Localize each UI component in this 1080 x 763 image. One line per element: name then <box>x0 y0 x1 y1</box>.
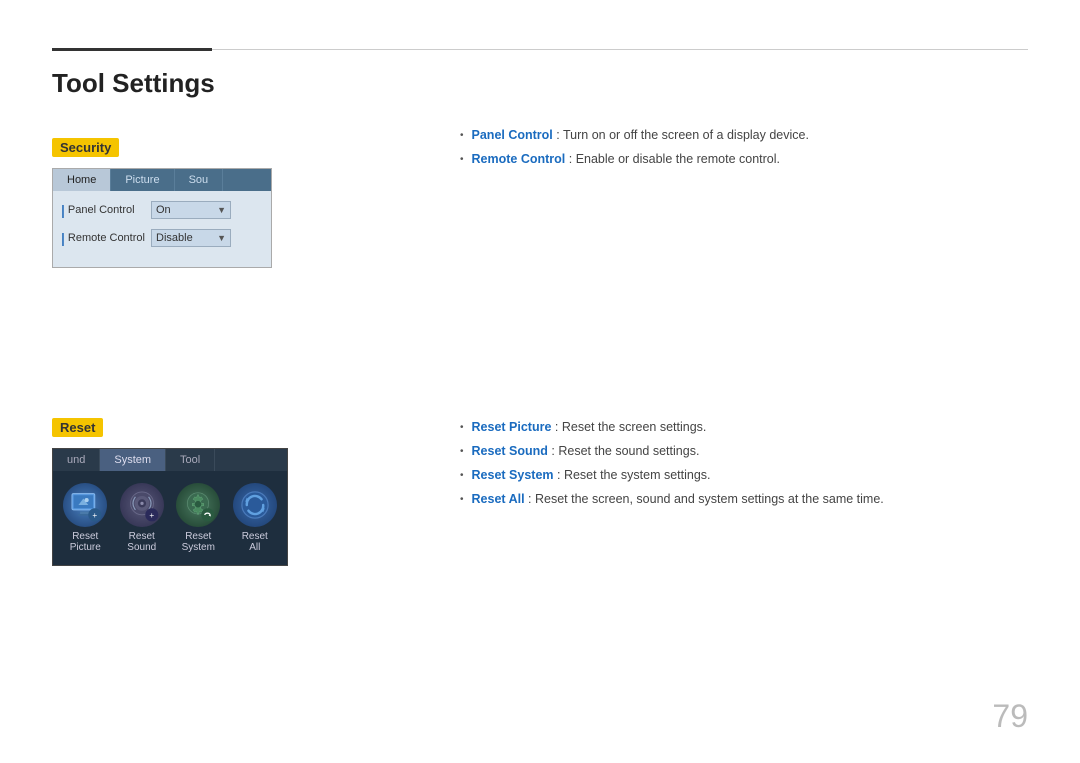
reset-sound-svg: + <box>124 487 160 523</box>
reset-tab-bar: und System Tool <box>53 449 287 471</box>
reset-all-desc-body: : Reset the screen, sound and system set… <box>528 492 884 506</box>
reset-sound-link[interactable]: Reset Sound <box>472 444 548 458</box>
panel-control-arrow: ▼ <box>217 205 226 215</box>
reset-picture-icon[interactable]: + <box>63 483 107 527</box>
reset-all-desc-text: Reset All : Reset the screen, sound and … <box>472 492 884 506</box>
reset-all-label: ResetAll <box>242 531 268 553</box>
panel-control-desc: • Panel Control : Turn on or off the scr… <box>460 128 1028 142</box>
reset-sound-item: + ResetSound <box>120 483 164 553</box>
panel-control-row: | Panel Control On ▼ <box>61 201 263 219</box>
mockup-tab-home[interactable]: Home <box>53 169 111 191</box>
remote-control-arrow: ▼ <box>217 233 226 243</box>
reset-bullet-3: • <box>460 470 464 481</box>
remote-control-link[interactable]: Remote Control <box>472 152 566 166</box>
reset-picture-link[interactable]: Reset Picture <box>472 420 552 434</box>
security-label: Security <box>52 138 119 157</box>
reset-body: + ResetPicture + <box>53 471 287 565</box>
reset-mockup: und System Tool + ResetPicture <box>52 448 288 566</box>
reset-all-item: ResetAll <box>233 483 277 553</box>
reset-bullet-4: • <box>460 494 464 505</box>
remote-control-bullet: | <box>61 230 65 246</box>
security-desc-section: • Panel Control : Turn on or off the scr… <box>460 128 1028 176</box>
mockup-tab-sound[interactable]: Sou <box>175 169 224 191</box>
remote-control-label: | Remote Control <box>61 230 151 246</box>
reset-picture-item: + ResetPicture <box>63 483 107 553</box>
remote-control-select[interactable]: Disable ▼ <box>151 229 231 247</box>
panel-control-value: On <box>156 204 171 216</box>
reset-sound-desc-body: : Reset the sound settings. <box>551 444 699 458</box>
reset-all-icon[interactable] <box>233 483 277 527</box>
reset-picture-svg: + <box>67 487 103 523</box>
reset-picture-desc: • Reset Picture : Reset the screen setti… <box>460 420 1028 434</box>
reset-tab-und[interactable]: und <box>53 449 100 471</box>
top-rule <box>52 48 1028 51</box>
reset-system-icon[interactable] <box>176 483 220 527</box>
panel-control-desc-text: Panel Control : Turn on or off the scree… <box>472 128 809 142</box>
page-number: 79 <box>992 698 1028 735</box>
reset-label: Reset <box>52 418 103 437</box>
reset-system-desc: • Reset System : Reset the system settin… <box>460 468 1028 482</box>
reset-desc-section: • Reset Picture : Reset the screen setti… <box>460 420 1028 516</box>
panel-control-select[interactable]: On ▼ <box>151 201 231 219</box>
reset-bullet-2: • <box>460 446 464 457</box>
reset-picture-label: ResetPicture <box>70 531 101 553</box>
reset-bullet-1: • <box>460 422 464 433</box>
panel-control-link[interactable]: Panel Control <box>472 128 553 142</box>
reset-picture-desc-text: Reset Picture : Reset the screen setting… <box>472 420 707 434</box>
reset-system-svg <box>180 487 216 523</box>
desc-bullet-2: • <box>460 154 464 165</box>
panel-control-bullet: | <box>61 202 65 218</box>
reset-sound-desc-text: Reset Sound : Reset the sound settings. <box>472 444 700 458</box>
panel-control-label: | Panel Control <box>61 202 151 218</box>
reset-system-label: ResetSystem <box>182 531 215 553</box>
remote-control-value: Disable <box>156 232 193 244</box>
mockup-body: | Panel Control On ▼ | Remote Control Di… <box>53 191 271 267</box>
reset-sound-label: ResetSound <box>127 531 156 553</box>
rule-light <box>212 49 1028 50</box>
security-mockup: Home Picture Sou | Panel Control On ▼ | … <box>52 168 272 268</box>
remote-control-desc-body: : Enable or disable the remote control. <box>569 152 780 166</box>
svg-text:+: + <box>93 511 98 520</box>
remote-control-desc-text: Remote Control : Enable or disable the r… <box>472 152 780 166</box>
reset-sound-desc: • Reset Sound : Reset the sound settings… <box>460 444 1028 458</box>
reset-tab-tool[interactable]: Tool <box>166 449 215 471</box>
mockup-tab-picture[interactable]: Picture <box>111 169 174 191</box>
mockup-tab-bar: Home Picture Sou <box>53 169 271 191</box>
svg-text:+: + <box>149 511 154 520</box>
reset-system-desc-body: : Reset the system settings. <box>557 468 711 482</box>
panel-control-desc-body: : Turn on or off the screen of a display… <box>556 128 809 142</box>
reset-picture-desc-body: : Reset the screen settings. <box>555 420 706 434</box>
rule-dark <box>52 48 212 51</box>
remote-control-desc: • Remote Control : Enable or disable the… <box>460 152 1028 166</box>
reset-system-link[interactable]: Reset System <box>472 468 554 482</box>
remote-control-row: | Remote Control Disable ▼ <box>61 229 263 247</box>
reset-all-desc: • Reset All : Reset the screen, sound an… <box>460 492 1028 506</box>
reset-sound-icon[interactable]: + <box>120 483 164 527</box>
reset-system-desc-text: Reset System : Reset the system settings… <box>472 468 711 482</box>
desc-bullet-1: • <box>460 130 464 141</box>
reset-system-item: ResetSystem <box>176 483 220 553</box>
page-title: Tool Settings <box>52 68 215 99</box>
reset-all-link[interactable]: Reset All <box>472 492 525 506</box>
reset-tab-system[interactable]: System <box>100 449 166 471</box>
reset-all-svg <box>237 487 273 523</box>
